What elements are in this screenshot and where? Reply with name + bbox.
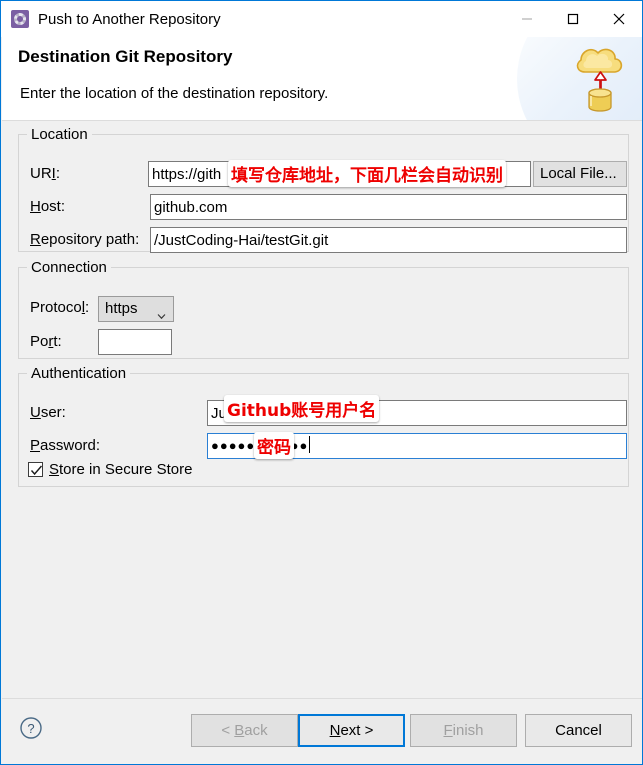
uri-label: URI: — [30, 165, 61, 182]
protocol-selected-value: https — [105, 300, 138, 317]
repository-path-label: Repository path: — [30, 231, 140, 248]
password-label: Password: — [30, 437, 101, 454]
uri-input[interactable] — [148, 161, 531, 187]
port-label: Port: — [30, 333, 62, 350]
close-button[interactable] — [596, 1, 642, 37]
cloud-upload-database-icon — [565, 38, 635, 116]
title-bar: Push to Another Repository — [1, 1, 642, 37]
protocol-label: Protocol: — [30, 299, 90, 316]
back-button[interactable]: < Back — [191, 714, 298, 747]
maximize-button[interactable] — [550, 1, 596, 37]
finish-button[interactable]: Finish — [410, 714, 517, 747]
checkbox-box — [28, 462, 43, 477]
chevron-down-icon — [157, 305, 166, 320]
protocol-select[interactable]: https — [98, 296, 174, 322]
window-title: Push to Another Repository — [38, 10, 221, 28]
dialog-footer: ? < Back Next > Finish Cancel — [2, 698, 642, 763]
store-in-secure-store-checkbox[interactable]: Store in Secure Store — [28, 461, 192, 478]
location-group-title: Location — [27, 126, 92, 143]
text-caret — [309, 436, 311, 453]
minimize-button[interactable] — [504, 1, 550, 37]
password-input[interactable]: ●●●●●●●●●●● — [207, 433, 627, 459]
host-label: Host: — [30, 198, 66, 215]
cancel-button[interactable]: Cancel — [525, 714, 632, 747]
store-in-secure-store-label: Store in Secure Store — [49, 461, 193, 478]
window-controls — [504, 1, 642, 37]
local-file-button[interactable]: Local File... — [533, 161, 627, 187]
port-input[interactable] — [98, 329, 172, 355]
page-description: Enter the location of the destination re… — [20, 85, 329, 102]
wizard-banner: Destination Git Repository Enter the loc… — [2, 37, 642, 121]
gear-icon — [11, 10, 29, 28]
dialog-content: Location URI: Local File... Host: Reposi… — [2, 121, 642, 699]
user-label: User: — [30, 404, 66, 421]
connection-group-title: Connection — [27, 259, 111, 276]
next-button[interactable]: Next > — [298, 714, 405, 747]
question-mark-icon[interactable]: ? — [19, 716, 43, 740]
user-input[interactable] — [207, 400, 627, 426]
repository-path-input[interactable] — [150, 227, 627, 253]
authentication-group-title: Authentication — [27, 365, 131, 382]
svg-text:?: ? — [27, 721, 34, 736]
page-title: Destination Git Repository — [18, 47, 233, 66]
push-to-another-repository-dialog: Push to Another Repository Destination G… — [0, 0, 643, 765]
password-masked-value: ●●●●●●●●●●● — [211, 438, 309, 453]
host-input[interactable] — [150, 194, 627, 220]
